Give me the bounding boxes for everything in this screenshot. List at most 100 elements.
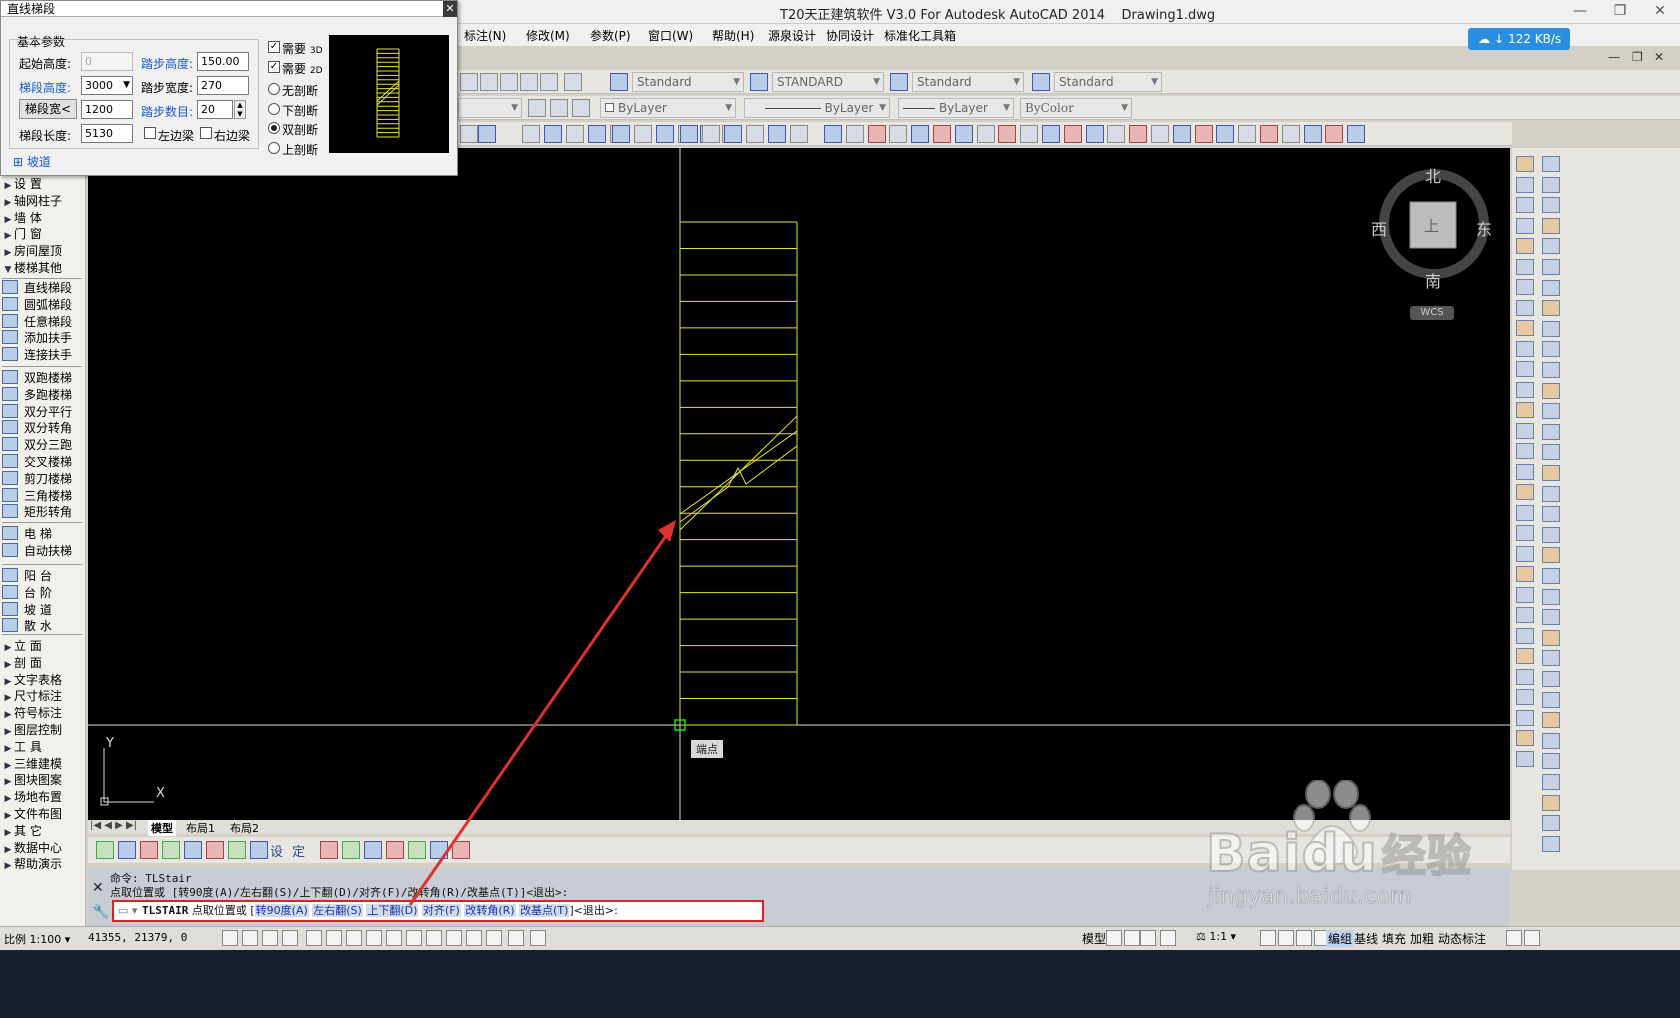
tool-icon[interactable] bbox=[845, 125, 864, 143]
tool-icon[interactable] bbox=[544, 125, 562, 143]
modify-tool-icon[interactable] bbox=[1516, 607, 1534, 623]
dim-style-combo[interactable]: STANDARD ▼ bbox=[772, 72, 884, 92]
need-2d-checkbox[interactable]: ✓ bbox=[268, 61, 280, 73]
tool-icon[interactable] bbox=[566, 125, 584, 143]
screen-menu-item[interactable]: ▶ 房间屋顶 bbox=[2, 243, 84, 260]
modify-tool-icon[interactable] bbox=[1516, 566, 1534, 582]
option-align[interactable]: 对齐(F) bbox=[421, 904, 461, 917]
drafting-toggle-icon[interactable] bbox=[242, 930, 258, 946]
model-space-button[interactable]: 模型 bbox=[1082, 930, 1106, 947]
minimize-button[interactable]: — bbox=[1560, 0, 1600, 24]
option-rotate90[interactable]: 转90度(A) bbox=[254, 904, 309, 917]
screen-menu-item[interactable]: 直线梯段 bbox=[2, 280, 84, 297]
tool-icon[interactable] bbox=[500, 73, 518, 91]
modify-tool-icon[interactable] bbox=[1542, 835, 1560, 852]
modify-tool-icon[interactable] bbox=[1542, 341, 1560, 358]
tool-icon[interactable] bbox=[1325, 125, 1344, 143]
command-input[interactable]: ▭ ▾ TLSTAIR 点取位置或 [转90度(A) 左右翻(S) 上下翻(D)… bbox=[112, 900, 764, 922]
modify-tool-icon[interactable] bbox=[1542, 794, 1560, 811]
drafting-toggle-icon[interactable] bbox=[262, 930, 278, 946]
compass-east[interactable]: 东 bbox=[1476, 216, 1492, 240]
modify-tool-icon[interactable] bbox=[1542, 382, 1560, 399]
no-cut-radio[interactable] bbox=[268, 83, 280, 95]
step-count-input[interactable]: 20 bbox=[197, 100, 233, 119]
tab-model[interactable]: 模型 bbox=[148, 820, 176, 836]
modify-tool-icon[interactable] bbox=[1516, 443, 1534, 459]
option-rotate-angle[interactable]: 改转角(R) bbox=[464, 904, 516, 917]
screen-menu-item[interactable]: 添加扶手 bbox=[2, 330, 84, 347]
modify-tool-icon[interactable] bbox=[1516, 730, 1534, 746]
modify-tool-icon[interactable] bbox=[1516, 197, 1534, 213]
drafting-toggle-icon[interactable] bbox=[446, 930, 462, 946]
screen-menu-item[interactable]: ▶ 帮助演示 bbox=[2, 856, 84, 873]
modify-tool-icon[interactable] bbox=[1516, 402, 1534, 418]
layer-tool-icon[interactable] bbox=[572, 99, 590, 117]
status-tool-icon[interactable] bbox=[1160, 930, 1176, 946]
screen-menu-item[interactable]: ▶ 文字表格 bbox=[2, 672, 84, 689]
tangent-tool-icon[interactable] bbox=[228, 841, 246, 859]
status-tool-icon[interactable] bbox=[1124, 930, 1140, 946]
tangent-tool-icon[interactable] bbox=[430, 841, 448, 859]
menu-window[interactable]: 窗口(W) bbox=[648, 27, 693, 44]
tool-icon[interactable] bbox=[746, 125, 764, 143]
modify-tool-icon[interactable] bbox=[1542, 650, 1560, 667]
plotstyle-combo[interactable]: ByColor ▼ bbox=[1020, 98, 1132, 118]
modify-tool-icon[interactable] bbox=[1542, 526, 1560, 543]
screen-menu-item[interactable]: 矩形转角 bbox=[2, 504, 84, 521]
left-beam-checkbox[interactable] bbox=[144, 127, 156, 139]
right-beam-checkbox[interactable] bbox=[200, 127, 212, 139]
modify-tool-icon[interactable] bbox=[1516, 258, 1534, 275]
screen-menu-item[interactable]: ▶ 场地布置 bbox=[2, 789, 84, 806]
scale-selector[interactable]: 比例 1:100 ▾ bbox=[4, 931, 70, 947]
tool-icon[interactable] bbox=[1194, 125, 1213, 143]
modify-tool-icon[interactable] bbox=[1542, 547, 1560, 564]
flight-width-input[interactable]: 1200 bbox=[81, 100, 133, 119]
help-icon[interactable] bbox=[564, 73, 582, 91]
tool-icon[interactable] bbox=[1129, 125, 1148, 143]
tool-icon[interactable] bbox=[1063, 125, 1082, 143]
mdi-close-button[interactable]: ✕ bbox=[1654, 50, 1664, 64]
tool-icon[interactable] bbox=[911, 125, 930, 143]
double-cut-radio[interactable] bbox=[268, 122, 280, 134]
modify-tool-icon[interactable] bbox=[1542, 176, 1560, 193]
tangent-tool-icon[interactable] bbox=[118, 841, 136, 859]
tangent-tool-icon[interactable] bbox=[184, 841, 202, 859]
modify-tool-icon[interactable] bbox=[1542, 217, 1560, 234]
modify-tool-icon[interactable] bbox=[1516, 504, 1534, 521]
option-basepoint[interactable]: 改基点(T) bbox=[519, 904, 570, 917]
tangent-tool-icon[interactable] bbox=[364, 841, 382, 859]
tool-icon[interactable] bbox=[1303, 125, 1322, 143]
tool-icon[interactable] bbox=[634, 125, 652, 143]
tool-icon[interactable] bbox=[612, 125, 630, 143]
screen-menu-item[interactable]: 圆弧梯段 bbox=[2, 296, 84, 314]
modify-tool-icon[interactable] bbox=[1542, 465, 1560, 481]
compass-south[interactable]: 南 bbox=[1425, 268, 1441, 292]
modify-tool-icon[interactable] bbox=[1542, 320, 1560, 337]
screen-menu-item[interactable]: ▶ 剖 面 bbox=[2, 655, 84, 672]
modify-tool-icon[interactable] bbox=[1542, 588, 1560, 605]
screen-menu-item[interactable]: 连接扶手 bbox=[2, 347, 84, 364]
tool-icon[interactable] bbox=[702, 125, 720, 143]
modify-tool-icon[interactable] bbox=[1542, 712, 1560, 729]
tangent-tool-icon[interactable] bbox=[162, 841, 180, 859]
menu-toolbox[interactable]: 标准化工具箱 bbox=[884, 27, 956, 44]
drafting-toggle-icon[interactable] bbox=[346, 930, 362, 946]
modify-tool-icon[interactable] bbox=[1542, 300, 1560, 317]
modify-tool-icon[interactable] bbox=[1542, 259, 1560, 275]
screen-menu-item[interactable]: ▶ 图块图案 bbox=[2, 772, 84, 789]
status-tool-icon[interactable] bbox=[1278, 930, 1294, 946]
modify-tool-icon[interactable] bbox=[1542, 485, 1560, 502]
tool-icon[interactable] bbox=[954, 125, 973, 143]
drafting-toggle-icon[interactable] bbox=[426, 930, 442, 946]
modify-tool-icon[interactable] bbox=[1516, 381, 1534, 398]
drafting-toggle-icon[interactable] bbox=[326, 930, 342, 946]
status-dynamic-dim-button[interactable]: 动态标注 bbox=[1438, 930, 1486, 947]
linetype-combo[interactable]: ByLayer ▼ bbox=[744, 98, 890, 118]
drafting-toggle-icon[interactable] bbox=[530, 930, 546, 946]
modify-tool-icon[interactable] bbox=[1516, 525, 1534, 541]
status-fill-button[interactable]: 填充 bbox=[1382, 930, 1406, 947]
modify-tool-icon[interactable] bbox=[1542, 444, 1560, 461]
modify-tool-icon[interactable] bbox=[1542, 609, 1560, 626]
tangent-tool-icon[interactable] bbox=[386, 841, 404, 859]
screen-menu-item[interactable]: ▼ 楼梯其他 bbox=[2, 260, 84, 277]
